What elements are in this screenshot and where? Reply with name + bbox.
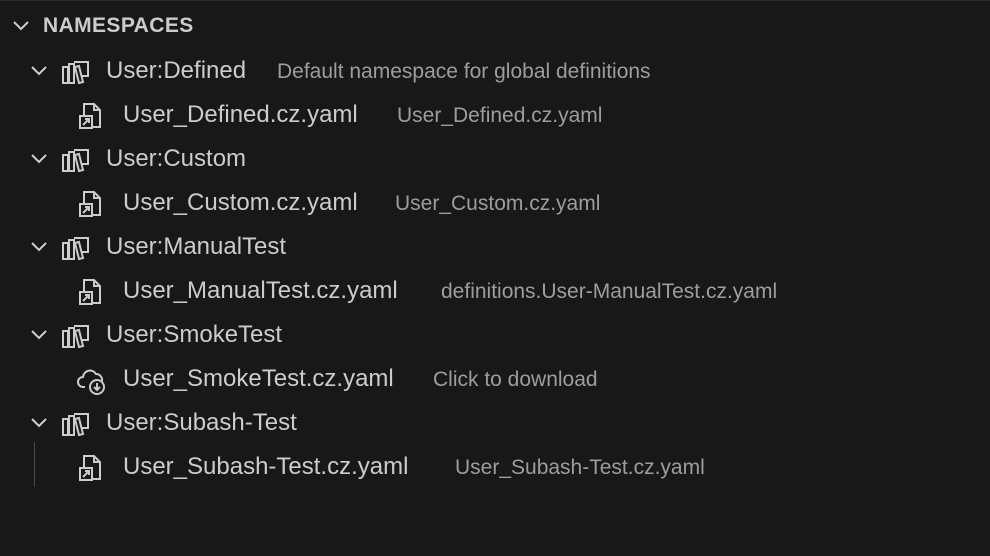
cloud-download-icon (77, 365, 107, 395)
namespaces-panel: NAMESPACES User:Defined Default namespac… (0, 0, 990, 556)
chevron-down-icon (28, 236, 50, 258)
tree-item-namespace-user-subash-test[interactable]: User:Subash-Test (0, 401, 990, 445)
tree-item-description: User_Custom.cz.yaml (395, 192, 601, 215)
tree-item-label: User:ManualTest (106, 233, 287, 260)
tree-item-file-user-custom[interactable]: User_Custom.cz.yaml User_Custom.cz.yaml (0, 181, 990, 225)
chevron-down-icon (28, 324, 50, 346)
tree-item-file-user-defined[interactable]: User_Defined.cz.yaml User_Defined.cz.yam… (0, 93, 990, 137)
namespace-library-icon (60, 322, 94, 350)
tree-item-description: definitions.User-ManualTest.cz.yaml (441, 280, 778, 303)
file-link-icon (77, 101, 107, 131)
file-link-icon (77, 189, 107, 219)
tree-item-description: User_Subash-Test.cz.yaml (455, 456, 705, 479)
tree-item-file-user-smoketest[interactable]: User_SmokeTest.cz.yaml Click to download (0, 357, 990, 401)
tree-item-namespace-user-custom[interactable]: User:Custom (0, 137, 990, 181)
chevron-down-icon (28, 148, 50, 170)
chevron-down-icon (28, 60, 50, 82)
file-link-icon (77, 453, 107, 483)
namespaces-section-header[interactable]: NAMESPACES (0, 1, 990, 49)
tree-item-label: User:Defined (106, 57, 247, 84)
tree-item-label: User_Custom.cz.yaml (123, 189, 358, 216)
section-title: NAMESPACES (43, 14, 194, 37)
tree-item-description: Click to download (433, 368, 598, 391)
tree-item-namespace-user-defined[interactable]: User:Defined Default namespace for globa… (0, 49, 990, 93)
namespace-library-icon (60, 410, 94, 438)
namespace-library-icon (60, 146, 94, 174)
namespace-library-icon (60, 58, 94, 86)
tree-item-label: User:Custom (106, 145, 247, 172)
tree-item-namespace-user-manualtest[interactable]: User:ManualTest (0, 225, 990, 269)
tree-item-namespace-user-smoketest[interactable]: User:SmokeTest (0, 313, 990, 357)
tree-item-file-user-manualtest[interactable]: User_ManualTest.cz.yaml definitions.User… (0, 269, 990, 313)
namespace-library-icon (60, 234, 94, 262)
tree-item-label: User:SmokeTest (106, 321, 283, 348)
tree-item-label: User_ManualTest.cz.yaml (123, 277, 398, 304)
tree-item-description: User_Defined.cz.yaml (397, 104, 603, 127)
tree-item-label: User_SmokeTest.cz.yaml (123, 365, 394, 392)
chevron-down-icon (10, 15, 32, 37)
file-link-icon (77, 277, 107, 307)
tree-item-file-user-subash-test[interactable]: User_Subash-Test.cz.yaml User_Subash-Tes… (0, 445, 990, 489)
tree-item-label: User_Defined.cz.yaml (123, 101, 358, 128)
tree-item-label: User_Subash-Test.cz.yaml (123, 453, 409, 480)
tree-item-description: Default namespace for global definitions (277, 60, 651, 83)
chevron-down-icon (28, 412, 50, 434)
tree-item-label: User:Subash-Test (106, 409, 297, 436)
